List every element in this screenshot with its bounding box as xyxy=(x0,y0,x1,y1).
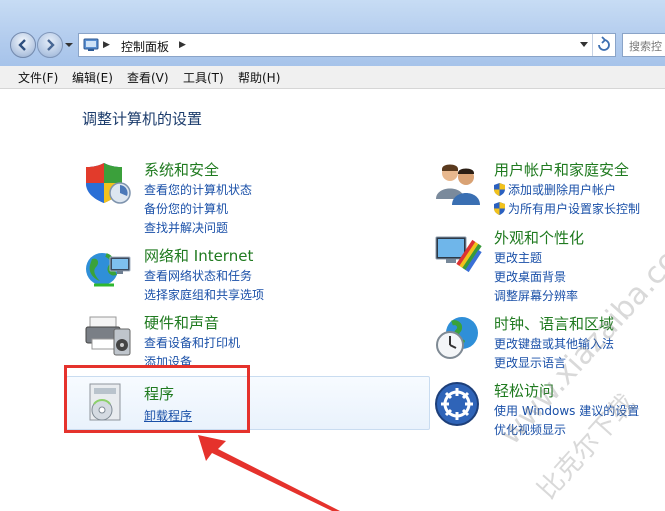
control-panel-icon xyxy=(83,38,99,51)
forward-arrow-icon xyxy=(47,39,55,51)
breadcrumb-separator-icon[interactable]: ▶ xyxy=(179,40,186,50)
breadcrumb-separator-icon[interactable]: ▶ xyxy=(103,40,110,50)
link-add-remove-users-label: 添加或删除用户帐户 xyxy=(508,183,617,197)
menu-tools[interactable]: 工具(T) xyxy=(183,69,224,86)
category-appearance[interactable]: 外观和个性化 xyxy=(494,227,584,248)
refresh-button[interactable] xyxy=(592,34,615,56)
category-network-internet[interactable]: 网络和 Internet xyxy=(144,245,253,266)
clock-globe-icon[interactable] xyxy=(434,313,482,361)
user-accounts-icon[interactable] xyxy=(434,159,482,207)
menu-file[interactable]: 文件(F) xyxy=(18,69,58,86)
annotation-highlight-box xyxy=(64,365,250,433)
link-network-status[interactable]: 查看网络状态和任务 xyxy=(144,267,252,284)
category-user-accounts[interactable]: 用户帐户和家庭安全 xyxy=(494,159,629,180)
system-security-shield-icon[interactable] xyxy=(84,159,132,207)
refresh-icon xyxy=(598,36,610,51)
category-system-security[interactable]: 系统和安全 xyxy=(144,159,219,180)
control-panel-content: 调整计算机的设置 系统和安全 查看您的计算机状态 备份您的计算机 查找并解决问题… xyxy=(0,89,665,511)
menu-edit[interactable]: 编辑(E) xyxy=(72,69,113,86)
link-parental-controls-label: 为所有用户设置家长控制 xyxy=(508,202,641,216)
hardware-printer-icon[interactable] xyxy=(84,311,132,359)
back-button[interactable] xyxy=(10,32,36,58)
link-change-theme[interactable]: 更改主题 xyxy=(494,249,542,266)
menu-view[interactable]: 查看(V) xyxy=(127,69,169,86)
breadcrumb-control-panel[interactable]: 控制面板 xyxy=(121,38,169,55)
ease-of-access-icon[interactable] xyxy=(434,381,480,427)
forward-button[interactable] xyxy=(37,32,63,58)
appearance-monitor-icon[interactable] xyxy=(434,229,482,277)
link-troubleshoot[interactable]: 查找并解决问题 xyxy=(144,219,228,236)
recent-pages-dropdown-icon[interactable] xyxy=(64,40,74,50)
uac-shield-icon xyxy=(494,183,505,196)
window-title-area: ▶ 控制面板 ▶ 搜索控 xyxy=(0,0,665,66)
address-dropdown-icon[interactable] xyxy=(579,41,589,49)
annotation-arrow-icon xyxy=(198,435,340,511)
page-title: 调整计算机的设置 xyxy=(82,110,203,128)
link-parental-controls[interactable]: 为所有用户设置家长控制 xyxy=(494,200,640,217)
network-globe-icon[interactable] xyxy=(84,245,132,293)
address-bar[interactable]: ▶ 控制面板 ▶ xyxy=(78,33,616,57)
menu-bar: 文件(F) 编辑(E) 查看(V) 工具(T) 帮助(H) xyxy=(0,66,665,89)
link-view-computer-status[interactable]: 查看您的计算机状态 xyxy=(144,181,252,198)
link-screen-resolution[interactable]: 调整屏幕分辨率 xyxy=(494,287,578,304)
link-homegroup-sharing[interactable]: 选择家庭组和共享选项 xyxy=(144,286,264,303)
search-placeholder: 搜索控 xyxy=(629,40,662,53)
menu-help[interactable]: 帮助(H) xyxy=(238,69,280,86)
link-add-remove-users[interactable]: 添加或删除用户帐户 xyxy=(494,181,616,198)
link-devices-printers[interactable]: 查看设备和打印机 xyxy=(144,334,240,351)
uac-shield-icon xyxy=(494,202,505,215)
search-input[interactable]: 搜索控 xyxy=(622,33,665,57)
category-hardware-sound[interactable]: 硬件和声音 xyxy=(144,312,219,333)
link-change-desktop-background[interactable]: 更改桌面背景 xyxy=(494,268,566,285)
link-backup-computer[interactable]: 备份您的计算机 xyxy=(144,200,228,217)
back-arrow-icon xyxy=(18,39,26,51)
